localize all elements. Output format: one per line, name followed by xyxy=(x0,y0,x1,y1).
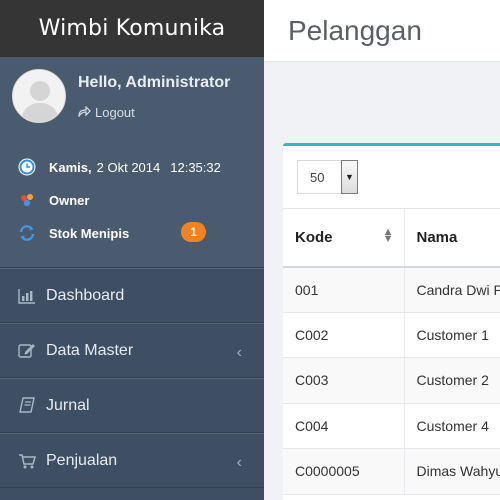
cell-nama: Dimas Wahyu xyxy=(404,448,500,495)
customer-panel: 50 ▼ Kode ▲ ▼ Nama 001 Candra Dwi P C002 … xyxy=(283,143,500,500)
cell-kode: C003 xyxy=(283,357,405,404)
page-length-value[interactable]: 50 xyxy=(297,160,341,194)
sidebar-item-penjualan[interactable]: Penjualan ‹ xyxy=(0,433,264,488)
avatar xyxy=(12,69,66,123)
cell-kode: C0000005 xyxy=(283,448,405,495)
cell-kode: C002 xyxy=(283,312,405,358)
table-row[interactable]: C002 Customer 1 xyxy=(283,312,500,358)
table-row[interactable]: C004 Customer 4 xyxy=(283,403,500,449)
datetime-row: Kamis, 2 Okt 2014 12:35:32 xyxy=(18,158,221,176)
info-block: Kamis, 2 Okt 2014 12:35:32 Owner Stok Me… xyxy=(0,136,264,268)
cell-nama: Customer 4 xyxy=(404,403,500,449)
content-header: Pelanggan xyxy=(264,0,500,62)
table-row[interactable]: C0000005 Dimas Wahyu xyxy=(283,448,500,495)
role-row: Owner xyxy=(18,191,94,209)
dropdown-arrow-icon[interactable]: ▼ xyxy=(341,160,358,194)
cart-icon xyxy=(18,452,36,470)
logout-link[interactable]: Logout xyxy=(78,105,135,120)
bar-chart-icon xyxy=(18,287,36,305)
cell-kode: C004 xyxy=(283,403,405,449)
stock-label: Stok Menipis xyxy=(49,225,130,241)
date-label: 2 Okt 2014 xyxy=(96,159,161,175)
book-icon xyxy=(18,397,36,415)
sidebar-item-data-master[interactable]: Data Master ‹ xyxy=(0,323,264,378)
users-icon xyxy=(18,191,36,209)
stock-row[interactable]: Stok Menipis xyxy=(18,224,134,242)
column-header-nama[interactable]: Nama xyxy=(404,208,500,268)
edit-icon xyxy=(18,342,36,360)
refresh-icon xyxy=(18,224,36,242)
user-greeting: Hello, Administrator xyxy=(78,74,231,91)
sidebar-item-label: Data Master xyxy=(46,341,134,359)
share-icon xyxy=(78,105,91,120)
sidebar-item-label: Penjualan xyxy=(46,451,118,469)
page-length-select[interactable]: 50 ▼ xyxy=(297,160,358,194)
table-row[interactable]: 001 Candra Dwi P xyxy=(283,266,500,313)
user-panel: Hello, Administrator Logout xyxy=(0,57,264,136)
role-label: Owner xyxy=(49,192,90,208)
cell-nama: Candra Dwi P xyxy=(404,266,500,313)
clock-icon xyxy=(18,158,36,176)
customer-table: Kode ▲ ▼ Nama 001 Candra Dwi P C002 Custo… xyxy=(283,208,500,495)
cell-nama: Customer 2 xyxy=(404,357,500,404)
chevron-left-icon: ‹ xyxy=(236,454,242,471)
logout-label: Logout xyxy=(95,105,135,120)
time-label: 12:35:32 xyxy=(170,159,221,175)
sidebar-item-label: Dashboard xyxy=(46,286,125,304)
cell-nama: Customer 1 xyxy=(404,312,500,358)
sidebar-item-label: Jurnal xyxy=(46,396,90,414)
sort-icon[interactable]: ▲ ▼ xyxy=(383,227,394,245)
day-label: Kamis, xyxy=(49,159,92,175)
table-row[interactable]: C003 Customer 2 xyxy=(283,357,500,404)
chevron-left-icon: ‹ xyxy=(236,344,242,361)
sidebar-item-dashboard[interactable]: Dashboard xyxy=(0,268,264,323)
stock-count-badge: 1 xyxy=(181,222,206,242)
brand-title[interactable]: Wimbi Komunika xyxy=(0,0,264,57)
cell-kode: 001 xyxy=(283,266,405,313)
column-header-kode[interactable]: Kode ▲ ▼ xyxy=(283,208,405,268)
sidebar-item-jurnal[interactable]: Jurnal xyxy=(0,378,264,433)
sidebar: Wimbi Komunika Hello, Administrator Logo… xyxy=(0,0,264,500)
page-title: Pelanggan xyxy=(288,14,422,46)
